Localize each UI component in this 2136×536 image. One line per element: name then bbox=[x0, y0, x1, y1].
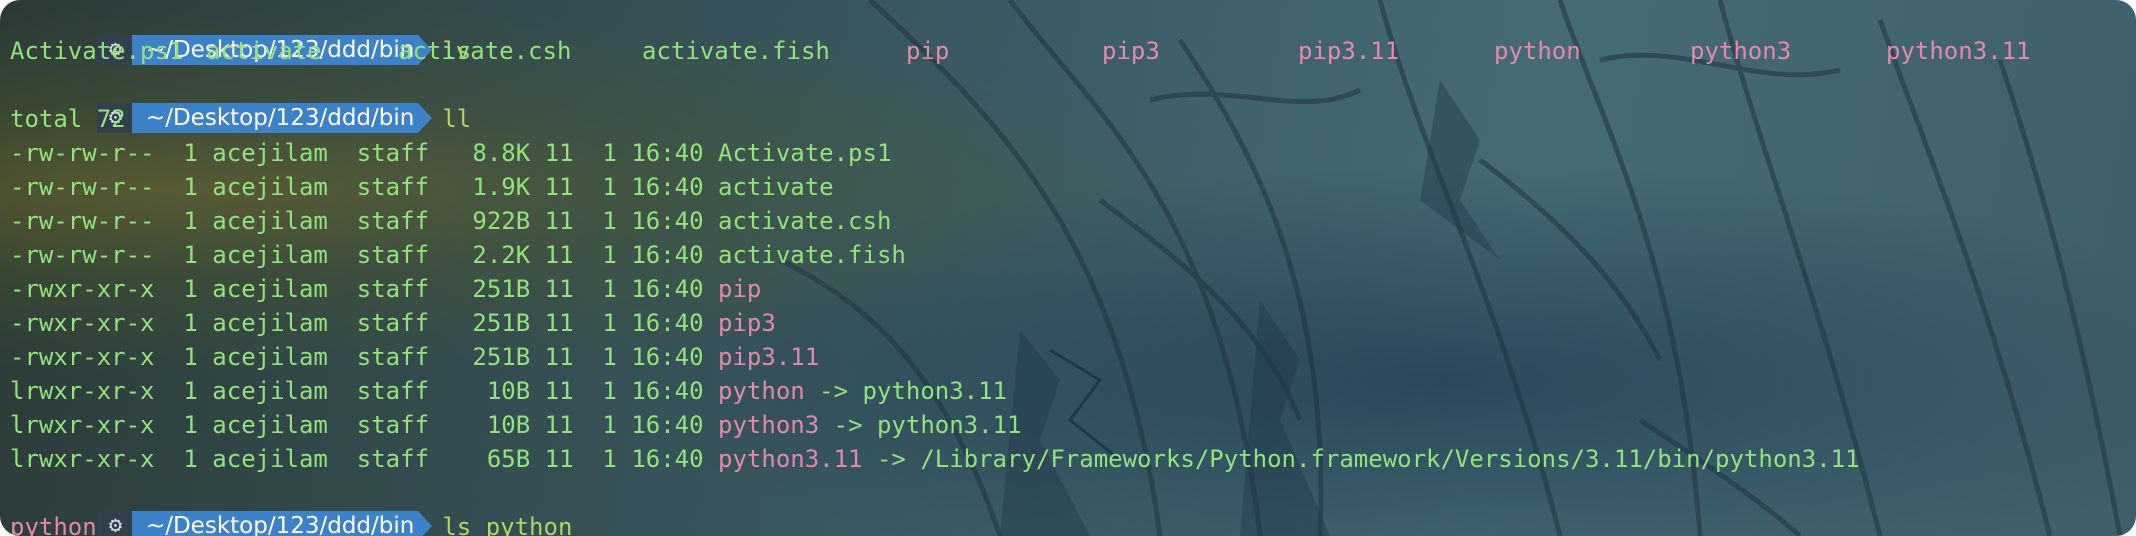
ll-row-meta: -rw-rw-r-- 1 acejilam staff 1.9K 11 1 16… bbox=[10, 173, 719, 201]
ll-row-filename: pip3.11 bbox=[718, 343, 820, 371]
ls-entry: activate.csh bbox=[398, 37, 572, 65]
ll-row-link-target: -> python3.11 bbox=[819, 411, 1022, 439]
ls-entry: pip3.11 bbox=[1298, 37, 1400, 65]
ll-row-filename: Activate.ps1 bbox=[718, 139, 892, 167]
ll-row: -rwxr-xr-x 1 acejilam staff 251B 11 1 16… bbox=[10, 340, 2136, 374]
ll-row: -rw-rw-r-- 1 acejilam staff 2.2K 11 1 16… bbox=[10, 238, 2136, 272]
ls-entry: Activate.ps1 bbox=[10, 37, 184, 65]
ls-entry: python3 bbox=[1690, 37, 1792, 65]
ll-row: -rwxr-xr-x 1 acejilam staff 251B 11 1 16… bbox=[10, 272, 2136, 306]
ls-entry: pip bbox=[906, 37, 950, 65]
terminal-content: ⚙ ~/Desktop/123/ddd/bin ls Activate.ps1 a… bbox=[10, 0, 2136, 536]
ll-row: -rw-rw-r-- 1 acejilam staff 922B 11 1 16… bbox=[10, 204, 2136, 238]
ll-row-filename: python3.11 bbox=[718, 445, 863, 473]
ll-row-meta: -rw-rw-r-- 1 acejilam staff 922B 11 1 16… bbox=[10, 207, 719, 235]
prompt-line: ⚙ ~/Desktop/123/ddd/bin ll bbox=[10, 68, 2136, 133]
terminal-window[interactable]: ⚙ ~/Desktop/123/ddd/bin ls Activate.ps1 a… bbox=[0, 0, 2136, 536]
ll-row-filename: pip bbox=[718, 275, 762, 303]
ls-entry: python3.11 bbox=[1886, 37, 2031, 65]
ll-row-meta: -rw-rw-r-- 1 acejilam staff 2.2K 11 1 16… bbox=[10, 241, 719, 269]
ll-row-filename: activate.csh bbox=[718, 207, 892, 235]
ll-row: lrwxr-xr-x 1 acejilam staff 10B 11 1 16:… bbox=[10, 374, 2136, 408]
ll-row-meta: lrwxr-xr-x 1 acejilam staff 10B 11 1 16:… bbox=[10, 411, 719, 439]
ll-row-meta: -rwxr-xr-x 1 acejilam staff 251B 11 1 16… bbox=[10, 275, 719, 303]
ll-output-rows: -rw-rw-r-- 1 acejilam staff 8.8K 11 1 16… bbox=[10, 136, 2136, 476]
ll-row-filename: python bbox=[718, 377, 805, 405]
ll-row: lrwxr-xr-x 1 acejilam staff 10B 11 1 16:… bbox=[10, 408, 2136, 442]
ll-row-meta: lrwxr-xr-x 1 acejilam staff 10B 11 1 16:… bbox=[10, 377, 719, 405]
prompt-line: ⚙ ~/Desktop/123/ddd/bin ls python bbox=[10, 476, 2136, 536]
ll-row-filename: activate bbox=[718, 173, 834, 201]
ll-row-filename: python3 bbox=[718, 411, 820, 439]
ll-row-meta: -rw-rw-r-- 1 acejilam staff 8.8K 11 1 16… bbox=[10, 139, 719, 167]
ls-output-line: Activate.ps1 activate activate.csh activate… bbox=[10, 34, 2136, 68]
ll-row-link-target: -> /Library/Frameworks/Python.framework/… bbox=[862, 445, 1860, 473]
prompt-line: ⚙ ~/Desktop/123/ddd/bin ls bbox=[10, 0, 2136, 65]
ll-row-meta: -rwxr-xr-x 1 acejilam staff 251B 11 1 16… bbox=[10, 309, 719, 337]
ls-python-output: python bbox=[10, 513, 97, 536]
ll-row-meta: -rwxr-xr-x 1 acejilam staff 251B 11 1 16… bbox=[10, 343, 719, 371]
ls-entry: python bbox=[1494, 37, 1581, 65]
ll-row-filename: activate.fish bbox=[718, 241, 906, 269]
ll-row: -rw-rw-r-- 1 acejilam staff 8.8K 11 1 16… bbox=[10, 136, 2136, 170]
ll-row-meta: lrwxr-xr-x 1 acejilam staff 65B 11 1 16:… bbox=[10, 445, 719, 473]
ls-entry: pip3 bbox=[1102, 37, 1160, 65]
ll-row: -rw-rw-r-- 1 acejilam staff 1.9K 11 1 16… bbox=[10, 170, 2136, 204]
ls-entry: activate bbox=[206, 37, 322, 65]
ll-row: lrwxr-xr-x 1 acejilam staff 65B 11 1 16:… bbox=[10, 442, 2136, 476]
ll-total: total 72 bbox=[10, 105, 126, 133]
ll-row-filename: pip3 bbox=[718, 309, 776, 337]
ls-entry: activate.fish bbox=[642, 37, 830, 65]
ll-row-link-target: -> python3.11 bbox=[804, 377, 1008, 405]
ll-row: -rwxr-xr-x 1 acejilam staff 251B 11 1 16… bbox=[10, 306, 2136, 340]
